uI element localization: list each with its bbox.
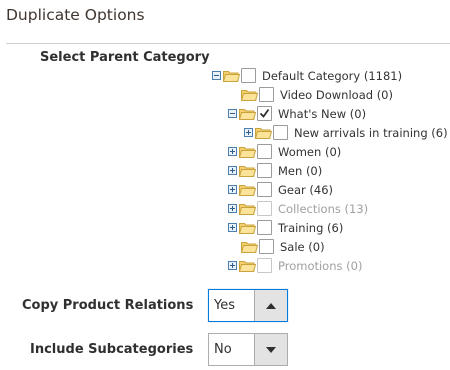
tree-node-new-arrivals[interactable]: New arrivals in training (6)	[244, 123, 448, 142]
expand-icon[interactable]	[244, 128, 253, 137]
collapse-icon[interactable]	[228, 109, 237, 118]
expand-icon[interactable]	[228, 204, 237, 213]
tree-checkbox[interactable]	[257, 201, 272, 216]
copy-relations-value: Yes	[214, 298, 235, 313]
folder-icon	[238, 164, 257, 177]
tree-node-gear[interactable]: Gear (46)	[228, 180, 333, 199]
tree-checkbox[interactable]	[273, 125, 288, 140]
parent-category-label: Select Parent Category	[40, 50, 210, 65]
folder-open-icon	[238, 107, 257, 120]
folder-icon	[254, 126, 273, 139]
folder-icon	[238, 183, 257, 196]
tree-checkbox[interactable]	[257, 182, 272, 197]
folder-icon	[240, 240, 259, 253]
tree-node-training[interactable]: Training (6)	[228, 218, 343, 237]
copy-relations-label: Copy Product Relations	[22, 298, 194, 313]
tree-node-video-download[interactable]: Video Download (0)	[230, 85, 393, 104]
tree-checkbox[interactable]	[257, 163, 272, 178]
expand-icon[interactable]	[228, 147, 237, 156]
expand-icon[interactable]	[228, 166, 237, 175]
include-subcategories-value: No	[214, 342, 232, 357]
tree-node-collections[interactable]: Collections (13)	[228, 199, 368, 218]
tree-node-promotions[interactable]: Promotions (0)	[228, 256, 362, 275]
tree-checkbox[interactable]	[257, 144, 272, 159]
section-divider	[6, 43, 450, 44]
expand-icon[interactable]	[228, 261, 237, 270]
copy-relations-select[interactable]: Yes	[208, 289, 288, 322]
folder-icon	[238, 145, 257, 158]
folder-icon	[240, 88, 259, 101]
up-icon[interactable]	[254, 290, 287, 321]
down-icon[interactable]	[254, 334, 287, 365]
tree-checkbox-checked[interactable]	[257, 106, 272, 121]
tree-node-women[interactable]: Women (0)	[228, 142, 341, 161]
tree-checkbox[interactable]	[241, 68, 256, 83]
tree-node-sale[interactable]: Sale (0)	[230, 237, 325, 256]
folder-open-icon	[222, 69, 241, 82]
folder-icon	[238, 221, 257, 234]
expand-icon[interactable]	[228, 185, 237, 194]
tree-node-men[interactable]: Men (0)	[228, 161, 322, 180]
include-subcategories-label: Include Subcategories	[30, 342, 194, 357]
folder-icon	[238, 202, 257, 215]
folder-icon	[238, 259, 257, 272]
tree-checkbox[interactable]	[259, 239, 274, 254]
tree-node-whats-new[interactable]: What's New (0)	[228, 104, 366, 123]
collapse-icon[interactable]	[212, 71, 221, 80]
section-title: Duplicate Options	[6, 6, 145, 24]
include-subcategories-select[interactable]: No	[208, 333, 288, 366]
tree-checkbox[interactable]	[257, 258, 272, 273]
expand-icon[interactable]	[228, 223, 237, 232]
tree-checkbox[interactable]	[259, 87, 274, 102]
tree-node-default-category[interactable]: Default Category (1181)	[212, 66, 402, 85]
tree-checkbox[interactable]	[257, 220, 272, 235]
